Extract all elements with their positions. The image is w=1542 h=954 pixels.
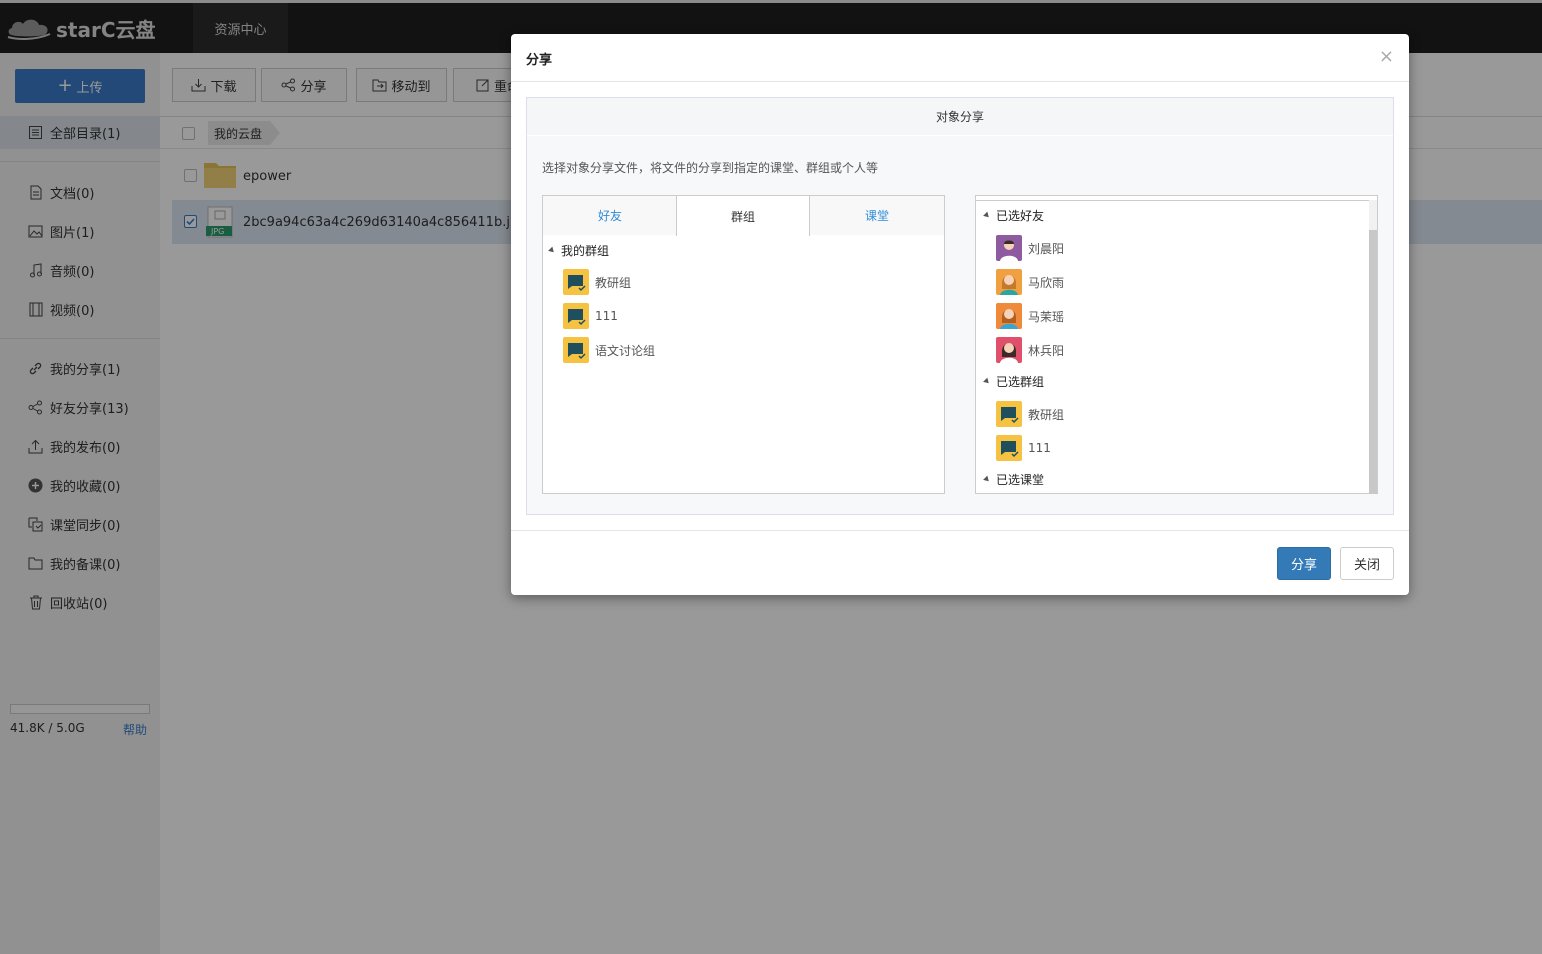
friend-name: 马欣雨 <box>1028 275 1065 290</box>
selected-targets: 已选好友 刘晨阳 马欣雨 马茉瑶 林兵阳 已选群组 教研组 111 已选课堂 <box>975 195 1378 494</box>
target-tabs: 好友 群组 课堂 <box>543 196 944 236</box>
share-confirm-button[interactable]: 分享 <box>1277 547 1331 580</box>
selected-friend-item[interactable]: 马茉瑶 <box>996 303 1064 329</box>
expand-triangle-icon <box>548 246 556 255</box>
selected-list: 已选好友 刘晨阳 马欣雨 马茉瑶 林兵阳 已选群组 教研组 111 已选课堂 <box>976 200 1369 493</box>
tab-friends[interactable]: 好友 <box>543 196 677 235</box>
group-icon <box>996 401 1022 427</box>
tree-node-label: 已选好友 <box>996 209 1045 223</box>
dialog-header: 分享 × <box>511 34 1409 82</box>
group-item[interactable]: 111 <box>563 303 618 329</box>
group-item[interactable]: 教研组 <box>563 269 631 295</box>
tree-node-selected-groups[interactable]: 已选群组 <box>983 373 1045 390</box>
tree-node-label: 已选课堂 <box>996 473 1045 487</box>
object-share-panel: 对象分享 选择对象分享文件，将文件的分享到指定的课堂、群组或个人等 好友 群组 … <box>526 97 1394 515</box>
selected-friend-item[interactable]: 林兵阳 <box>996 337 1064 363</box>
group-name: 语文讨论组 <box>595 343 656 358</box>
friend-name: 马茉瑶 <box>1028 309 1065 324</box>
selected-friend-item[interactable]: 刘晨阳 <box>996 235 1064 261</box>
panel-description: 选择对象分享文件，将文件的分享到指定的课堂、群组或个人等 <box>542 161 879 175</box>
close-icon[interactable]: × <box>1379 48 1394 66</box>
selected-group-item[interactable]: 教研组 <box>996 401 1064 427</box>
avatar <box>996 235 1022 261</box>
share-dialog: 分享 × 对象分享 选择对象分享文件，将文件的分享到指定的课堂、群组或个人等 好… <box>511 34 1409 595</box>
tree-node-label: 已选群组 <box>996 375 1045 389</box>
group-icon <box>563 337 589 363</box>
group-item[interactable]: 语文讨论组 <box>563 337 655 363</box>
tab-classes[interactable]: 课堂 <box>810 196 944 235</box>
selected-friend-item[interactable]: 马欣雨 <box>996 269 1064 295</box>
group-icon <box>563 303 589 329</box>
close-button[interactable]: 关闭 <box>1340 547 1394 580</box>
friend-name: 刘晨阳 <box>1028 241 1065 256</box>
tree-node-my-groups[interactable]: 我的群组 <box>548 242 610 259</box>
avatar <box>996 303 1022 329</box>
group-icon <box>996 435 1022 461</box>
dialog-footer: 分享 关闭 <box>511 530 1409 595</box>
avatar <box>996 337 1022 363</box>
target-selector: 好友 群组 课堂 我的群组 教研组 111 语文讨论组 <box>542 195 945 494</box>
expand-triangle-icon <box>983 475 991 484</box>
avatar <box>996 269 1022 295</box>
group-name: 111 <box>595 309 618 323</box>
group-icon <box>563 269 589 295</box>
tree-node-label: 我的群组 <box>561 244 610 258</box>
group-name: 教研组 <box>1028 407 1065 422</box>
expand-triangle-icon <box>983 377 991 386</box>
scrollbar-thumb[interactable] <box>1369 230 1377 494</box>
selected-group-item[interactable]: 111 <box>996 435 1051 461</box>
group-name: 111 <box>1028 441 1051 455</box>
expand-triangle-icon <box>983 211 991 220</box>
panel-title: 对象分享 <box>527 98 1393 136</box>
tree-node-selected-classes[interactable]: 已选课堂 <box>983 471 1045 488</box>
dialog-title: 分享 <box>526 53 553 68</box>
group-name: 教研组 <box>595 275 632 290</box>
tab-groups[interactable]: 群组 <box>676 196 810 236</box>
friend-name: 林兵阳 <box>1028 343 1065 358</box>
tree-node-selected-friends[interactable]: 已选好友 <box>983 207 1045 224</box>
